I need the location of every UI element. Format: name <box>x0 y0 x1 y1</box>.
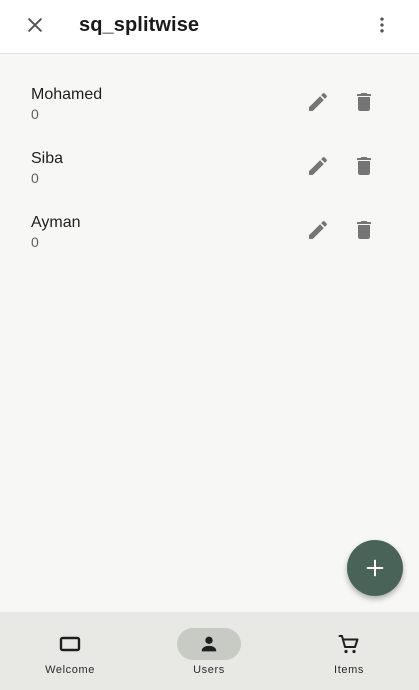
nav-indicator <box>38 628 102 660</box>
pencil-icon <box>309 156 328 175</box>
app-title: sq_splitwise <box>79 14 200 36</box>
nav-item-welcome[interactable]: Welcome <box>0 612 140 690</box>
nav-indicator <box>177 628 241 660</box>
user-balance: 0 <box>31 170 39 186</box>
user-list: Mohamed 0 Siba 0 Ayman 0 <box>0 70 419 262</box>
user-row[interactable]: Ayman 0 <box>0 198 419 262</box>
person-icon <box>201 636 217 652</box>
user-name: Mohamed <box>31 86 103 103</box>
pencil-icon <box>309 92 328 111</box>
user-name: Ayman <box>31 214 81 231</box>
welcome-icon <box>59 636 81 652</box>
user-balance: 0 <box>31 106 39 122</box>
edit-user-button[interactable] <box>302 86 334 118</box>
trash-icon <box>357 221 371 239</box>
delete-user-button[interactable] <box>348 214 380 246</box>
user-row[interactable]: Siba 0 <box>0 134 419 198</box>
nav-item-users[interactable]: Users <box>139 612 279 690</box>
nav-label: Welcome <box>45 664 95 676</box>
pencil-icon <box>309 220 328 239</box>
user-name: Siba <box>31 150 64 167</box>
edit-user-button[interactable] <box>302 150 334 182</box>
app-bar: sq_splitwise <box>0 0 419 54</box>
nav-indicator <box>317 628 381 660</box>
close-icon <box>28 18 42 32</box>
nav-item-items[interactable]: Items <box>279 612 419 690</box>
edit-user-button[interactable] <box>302 214 334 246</box>
add-user-button[interactable] <box>347 540 403 596</box>
cart-icon <box>338 635 359 654</box>
delete-user-button[interactable] <box>348 86 380 118</box>
more-vert-icon <box>380 17 384 33</box>
trash-icon <box>357 93 371 111</box>
nav-label: Items <box>334 664 364 676</box>
more-options-button[interactable] <box>366 9 398 41</box>
delete-user-button[interactable] <box>348 150 380 182</box>
plus-icon <box>366 559 384 577</box>
close-button[interactable] <box>19 9 51 41</box>
nav-label: Users <box>193 664 225 676</box>
bottom-navigation: Welcome Users Items <box>0 612 419 690</box>
trash-icon <box>357 157 371 175</box>
user-row[interactable]: Mohamed 0 <box>0 70 419 134</box>
user-balance: 0 <box>31 234 39 250</box>
